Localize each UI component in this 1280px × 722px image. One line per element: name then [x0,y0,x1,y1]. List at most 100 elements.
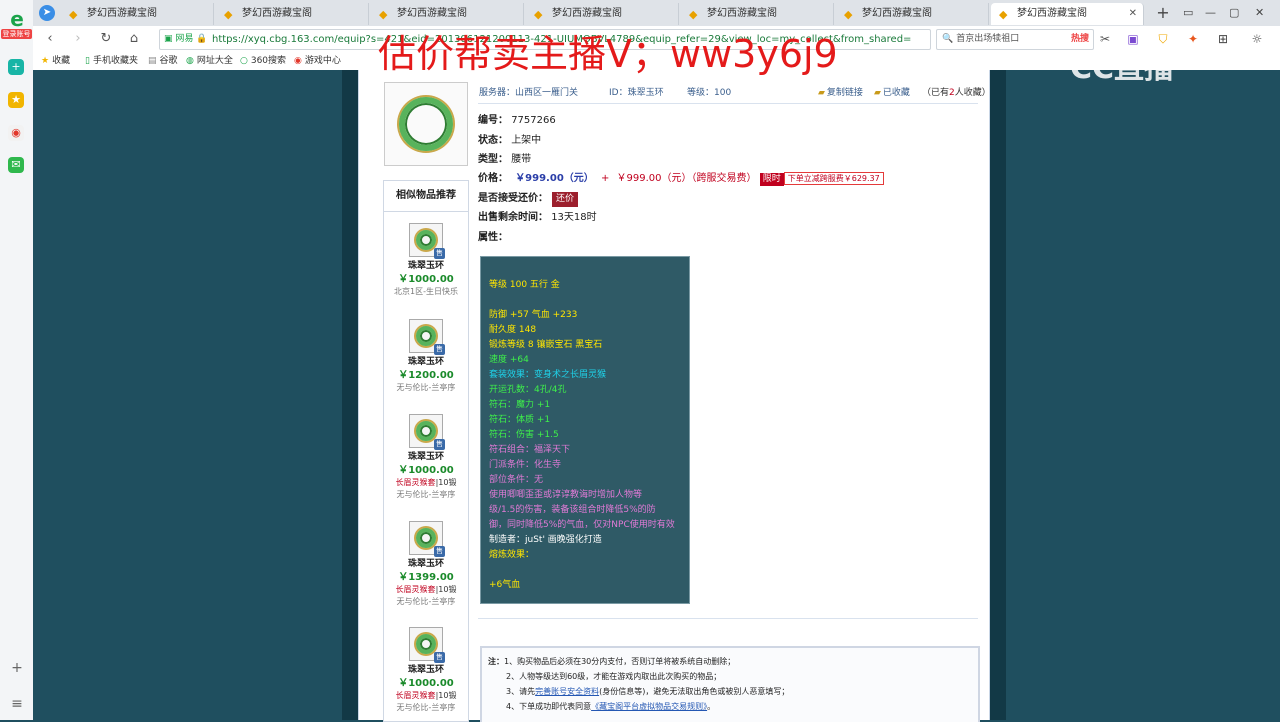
trade-rules-link[interactable]: 《藏宝阁平台虚拟物品交易规则》 [591,702,707,711]
bargain-button[interactable]: 还价 [552,192,578,207]
folder-icon: ▰ [874,88,881,98]
attr-line: 符石：魔力 +1 [489,400,551,410]
tab-6[interactable]: ◆ 梦幻西游藏宝阁 [836,3,989,25]
tab-1[interactable]: ◆ 梦幻西游藏宝阁 [61,3,214,25]
tab-bar: ➤ ◆ 梦幻西游藏宝阁 ◆ 梦幻西游藏宝阁 ◆ 梦幻西游藏宝阁 ◆ 梦幻西游藏宝阁 ◆ 梦… [33,0,1280,26]
tab-5[interactable]: ◆ 梦幻西游藏宝阁 [681,3,834,25]
weibo-icon[interactable]: ◉ [8,125,24,141]
home-icon[interactable]: ⌂ [125,30,143,48]
item-thumbnail[interactable]: 售 [409,319,445,355]
security-info-link[interactable]: 完善账号安全资料 [535,687,599,696]
back-icon[interactable]: ‹ [41,30,59,48]
similar-item-name: 珠翠玉环 [407,665,444,675]
sidebar-menu-icon[interactable]: ≡ [9,696,25,712]
add-icon[interactable]: + [8,59,24,75]
similar-item-server: 无与伦比-兰亭序 [396,703,456,712]
login-account-badge[interactable]: 登录账号 [1,29,32,39]
attributes-label: 属性： [478,232,508,243]
similar-item-price: ￥1000.00 [398,465,454,476]
copy-link-button[interactable]: ▰ 复制链接 [818,86,863,100]
item-thumbnail[interactable]: 售 [409,223,445,259]
maximize-icon[interactable]: ▢ [1229,2,1239,24]
attr-line: 门派条件：化生寺 [489,460,562,470]
similar-item-name: 珠翠玉环 [407,559,444,569]
navigation-icon[interactable]: ➤ [39,5,55,21]
settings-icon[interactable]: ☼ [1249,31,1265,47]
similar-item-price: ￥1000.00 [398,274,454,285]
game-favicon-icon: ◆ [999,8,1008,21]
similar-item-price: ￥1000.00 [398,678,454,689]
game-favicon-icon: ◆ [379,8,388,21]
streamer-overlay-text: 估价帮卖主播V；ww3y6j9 [378,32,838,76]
close-tab-icon[interactable]: ✕ [1129,3,1137,25]
attr-line: 开运孔数：4孔/4孔 [489,385,567,395]
game-favicon-icon: ◆ [69,8,78,21]
tab-7-active[interactable]: ◆ 梦幻西游藏宝阁 ✕ [991,3,1144,25]
browser-sidebar: e 登录账号 + ★ ◉ ✉ + ≡ [0,0,34,720]
item-thumbnail[interactable]: 售 [409,521,445,557]
tab-3[interactable]: ◆ 梦幻西游藏宝阁 [371,3,524,25]
collected-button[interactable]: ▰ 已收藏 [874,86,910,100]
attr-line: 级/1.5的伤害，装备该组合时降低5%的防 [489,505,656,515]
minimize-icon[interactable]: — [1205,2,1216,24]
item-thumbnail[interactable]: 售 [409,414,445,450]
note-3: 3、请先完善账号安全资料(身份信息等)，避免无法取出角色或被别人恶意填写； [506,687,790,696]
similar-item-price: ￥1200.00 [398,370,454,381]
page-icon: ▤ [148,56,157,66]
similar-item-server: 无与伦比-兰亭序 [396,597,456,606]
nav-icon: ◍ [186,56,194,66]
item-thumbnail[interactable]: 售 [409,627,445,663]
bookmark-url-nav[interactable]: ◍ 网址大全 [186,52,233,70]
bookmark-game-center[interactable]: ◉ 游戏中心 [294,52,341,70]
attr-line: 熔炼效果： [489,550,535,560]
similar-item[interactable]: 售 珠翠玉环 ￥1000.00 长眉灵猴套|10锻 无与伦比-兰亭序 [384,414,468,501]
bookmark-mobile[interactable]: ▯ 手机收藏夹 [85,52,138,70]
similar-item[interactable]: 售 珠翠玉环 ￥1200.00 无与伦比-兰亭序 [384,319,468,394]
similar-item[interactable]: 售 珠翠玉环 ￥1399.00 长眉灵猴套|10锻 无与伦比-兰亭序 [384,521,468,608]
attr-line: 耐久度 148 [489,325,537,335]
sidebar-add-icon[interactable]: + [9,660,25,676]
attr-line: 使用唧唧歪歪或谆谆教诲时增加人物等 [489,490,643,500]
similar-item-set: 长眉灵猴套|10锻 [395,478,457,487]
search-icon: 🔍 [942,34,954,44]
tab-2[interactable]: ◆ 梦幻西游藏宝阁 [216,3,369,25]
new-tab-button[interactable]: + [1153,2,1173,24]
star-icon[interactable]: ★ [8,92,24,108]
attr-line: 制造者：juSt' 画晚强化打造 [489,535,602,545]
sale-badge: 售 [434,248,445,259]
jade-ring-icon [416,421,436,441]
similar-item-server: 无与伦比-兰亭序 [396,383,456,392]
attr-line: 套装效果：变身术之长眉灵猴 [489,370,607,380]
attr-line: 等级 100 五行 金 [489,280,560,290]
note-1: 注：1、购买物品后必须在30分内支付，否则订单将被系统自动删除； [488,657,736,666]
collect-count: （已有2人收藏） [922,88,991,98]
bookmark-favorites[interactable]: ★ 收藏 [41,52,70,70]
tab-4[interactable]: ◆ 梦幻西游藏宝阁 [526,3,679,25]
note-4: 4、下单成功即代表同意《藏宝阁平台虚拟物品交易规则》。 [506,702,716,711]
purchase-notice: 注：1、购买物品后必须在30分内支付，否则订单将被系统自动删除； 2、人物等级达… [480,646,980,722]
reload-icon[interactable]: ↻ [97,30,115,48]
mail-icon[interactable]: ✉ [8,157,24,173]
attr-line: 部位条件：无 [489,475,544,485]
note-2: 2、人物等级达到60级，才能在游戏内取出此次购买的物品； [506,672,722,681]
attr-line: 御，同时降低5%的气血，仅对NPC使用时有效 [489,520,675,530]
similar-item[interactable]: 售 珠翠玉环 ￥1000.00 长眉灵猴套|10锻 无与伦比-兰亭序 [384,627,468,714]
forward-icon[interactable]: › [69,30,87,48]
sale-badge: 售 [434,344,445,355]
attr-line: 符石组合：福泽天下 [489,445,571,455]
jade-ring-icon [416,326,436,346]
promo-tag: 下单立减跨服费￥629.37 [783,172,884,185]
similar-items-panel: 相似物品推荐 售 珠翠玉环 ￥1000.00 北京1区-生日快乐 售 珠翠玉环 … [383,180,469,722]
similar-item-set: 长眉灵猴套|10锻 [395,585,457,594]
bookmark-google[interactable]: ▤ 谷歌 [148,52,178,70]
item-level-info: 等级：100 [687,88,732,98]
close-window-icon[interactable]: ✕ [1255,2,1264,24]
browser-logo-icon[interactable]: e [6,8,28,30]
bookmark-360-search[interactable]: ○ 360搜索 [240,52,286,70]
window-menu-icon[interactable]: ▭ [1183,2,1193,24]
attr-line: 防御 +57 气血 +233 [489,310,578,320]
similar-item-price: ￥1399.00 [398,572,454,583]
item-price-row: 价格： ￥999.00（元） + ￥999.00（元）（跨服交易费） 限时 下单立… [478,172,884,186]
server-info: 服务器：山西区一雁门关 [479,88,579,98]
similar-item[interactable]: 售 珠翠玉环 ￥1000.00 北京1区-生日快乐 [384,223,468,298]
